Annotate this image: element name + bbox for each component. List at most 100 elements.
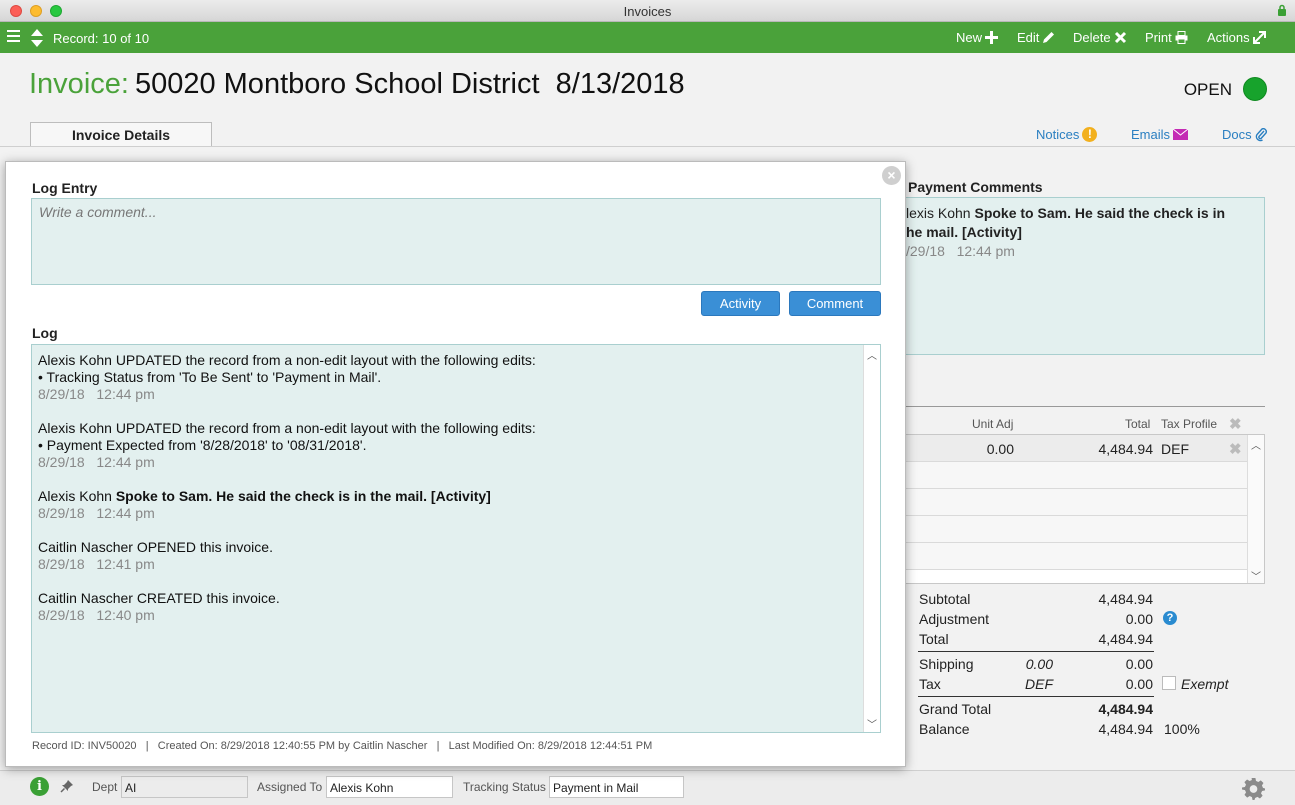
pencil-icon — [1043, 32, 1055, 43]
log-title: Log — [32, 325, 58, 341]
scroll-up-icon[interactable]: ︿ — [867, 347, 877, 362]
adjustment-label: Adjustment — [919, 611, 990, 627]
emails-label: Emails — [1131, 127, 1171, 142]
scroll-down-icon[interactable]: ﹀ — [867, 716, 877, 731]
payment-comment-text-1: Spoke to Sam. He said the check is in — [974, 205, 1226, 221]
close-icon[interactable]: × — [882, 166, 901, 185]
comment-input[interactable] — [31, 198, 881, 285]
arrow-expand-icon — [1252, 31, 1266, 44]
exempt-checkbox[interactable] — [1162, 676, 1176, 690]
x-icon — [1114, 31, 1126, 44]
log-entry-title: Log Entry — [32, 180, 98, 196]
delete-row-x-icon[interactable]: ✖ — [1229, 440, 1242, 458]
scroll-down-icon[interactable]: ﹀ — [1251, 568, 1261, 583]
payment-comments-title: Payment Comments — [908, 179, 1043, 195]
record-toolbar: Record: 10 of 10 New Edit Delete Print A… — [0, 22, 1295, 53]
actions-button[interactable]: Actions — [1207, 30, 1266, 45]
assigned-to-label: Assigned To — [257, 780, 323, 794]
invoice-label: Invoice: — [29, 68, 129, 100]
dept-field[interactable]: AI — [121, 776, 248, 798]
new-button[interactable]: New — [956, 30, 999, 45]
cell-tax-profile: DEF — [1161, 441, 1189, 457]
print-button[interactable]: Print — [1145, 30, 1188, 45]
hamburger-menu-icon[interactable] — [7, 30, 20, 44]
window-title: Invoices — [623, 4, 672, 19]
info-icon[interactable]: i — [30, 777, 49, 796]
delete-button[interactable]: Delete — [1073, 30, 1127, 45]
subtotal-label: Subtotal — [919, 591, 971, 607]
log-date: 8/29/18 12:44 pm — [38, 454, 155, 470]
log-text: Alexis Kohn UPDATED the record from a no… — [38, 420, 536, 436]
exempt-label: Exempt — [1181, 676, 1229, 692]
log-text: • Payment Expected from '8/28/2018' to '… — [38, 437, 367, 453]
emails-link[interactable]: Emails — [1131, 127, 1189, 142]
adjustment-value[interactable]: 0.00 — [1053, 611, 1153, 627]
log-author: Alexis Kohn — [38, 488, 112, 504]
table-row[interactable] — [896, 543, 1248, 570]
lock-icon — [1278, 4, 1286, 16]
column-tax-profile: Tax Profile — [1161, 417, 1218, 431]
clear-column-x-icon[interactable]: ✖ — [1229, 415, 1242, 433]
shipping-input[interactable]: 0.00 — [953, 656, 1053, 672]
list-item: Alexis Kohn UPDATED the record from a no… — [38, 352, 536, 403]
log-text: Spoke to Sam. He said the check is in th… — [115, 488, 491, 504]
list-item: Caitlin Nascher CREATED this invoice. 8/… — [38, 590, 280, 624]
log-date: 8/29/18 12:40 pm — [38, 607, 155, 623]
tax-label: Tax — [919, 676, 941, 692]
log-date: 8/29/18 12:41 pm — [38, 556, 155, 572]
tab-invoice-details[interactable]: Invoice Details — [30, 122, 212, 147]
scroll-up-icon[interactable]: ︿ — [1251, 437, 1261, 452]
table-scrollbar[interactable]: ︿ ﹀ — [1247, 435, 1264, 583]
printer-icon — [1175, 31, 1188, 44]
log-text: Caitlin Nascher OPENED this invoice. — [38, 539, 273, 555]
log-text: Caitlin Nascher CREATED this invoice. — [38, 590, 280, 606]
cell-unit-adj: 0.00 — [986, 441, 1014, 457]
table-row[interactable] — [896, 516, 1248, 543]
log-text: Alexis Kohn UPDATED the record from a no… — [38, 352, 536, 368]
tax-value: 0.00 — [1125, 676, 1153, 692]
total-value: 4,484.94 — [1098, 631, 1154, 647]
balance-percent: 100% — [1164, 721, 1200, 737]
assigned-to-field[interactable]: Alexis Kohn — [326, 776, 453, 798]
invoice-title: 50020 Montboro School District 8/13/2018 — [134, 68, 685, 100]
edit-button[interactable]: Edit — [1017, 30, 1055, 45]
log-list: Alexis Kohn UPDATED the record from a no… — [31, 344, 881, 733]
new-label: New — [956, 30, 983, 45]
pin-icon[interactable] — [60, 779, 74, 793]
status-indicator-icon — [1243, 77, 1267, 101]
tracking-status-label: Tracking Status — [463, 780, 546, 794]
record-metadata: Record ID: INV50020 | Created On: 8/29/2… — [32, 740, 653, 752]
record-navigator-icon[interactable] — [30, 28, 44, 48]
tracking-status-field[interactable]: Payment in Mail — [549, 776, 684, 798]
edit-label: Edit — [1017, 30, 1040, 45]
payment-comments-panel: lexis Kohn Spoke to Sam. He said the che… — [895, 197, 1265, 355]
payment-comment-text-2: he mail. [Activity] — [906, 224, 1022, 240]
list-item: Alexis Kohn UPDATED the record from a no… — [38, 420, 536, 471]
tax-profile-value[interactable]: DEF — [953, 676, 1053, 692]
comment-button[interactable]: Comment — [789, 291, 881, 316]
table-row[interactable] — [896, 489, 1248, 516]
docs-label: Docs — [1222, 127, 1252, 142]
envelope-icon — [1173, 129, 1189, 140]
list-item: Alexis Kohn Spoke to Sam. He said the ch… — [38, 488, 491, 522]
subtotal-value: 4,484.94 — [1098, 591, 1154, 607]
total-label: Total — [919, 631, 949, 647]
notices-label: Notices — [1036, 127, 1080, 142]
totals-divider — [918, 651, 1154, 652]
activity-button[interactable]: Activity — [701, 291, 780, 316]
table-row[interactable]: 0.00 4,484.94 DEF ✖ — [896, 435, 1248, 462]
status-label: OPEN — [1183, 80, 1232, 99]
exclamation-icon: ! — [1082, 127, 1098, 142]
docs-link[interactable]: Docs — [1222, 127, 1268, 142]
balance-value: 4,484.94 — [1098, 721, 1154, 737]
log-text: • Tracking Status from 'To Be Sent' to '… — [38, 369, 382, 385]
column-unit-adj: Unit Adj — [972, 417, 1014, 431]
table-row[interactable] — [896, 462, 1248, 489]
notices-link[interactable]: Notices ! — [1036, 127, 1098, 142]
log-scrollbar[interactable]: ︿ ﹀ — [863, 345, 880, 732]
gear-icon[interactable] — [1242, 777, 1265, 800]
help-icon[interactable]: ? — [1163, 611, 1177, 625]
log-modal: × Log Entry Activity Comment Log Alexis … — [5, 161, 906, 767]
balance-label: Balance — [919, 721, 970, 737]
payment-comment-author: lexis Kohn — [906, 205, 971, 221]
